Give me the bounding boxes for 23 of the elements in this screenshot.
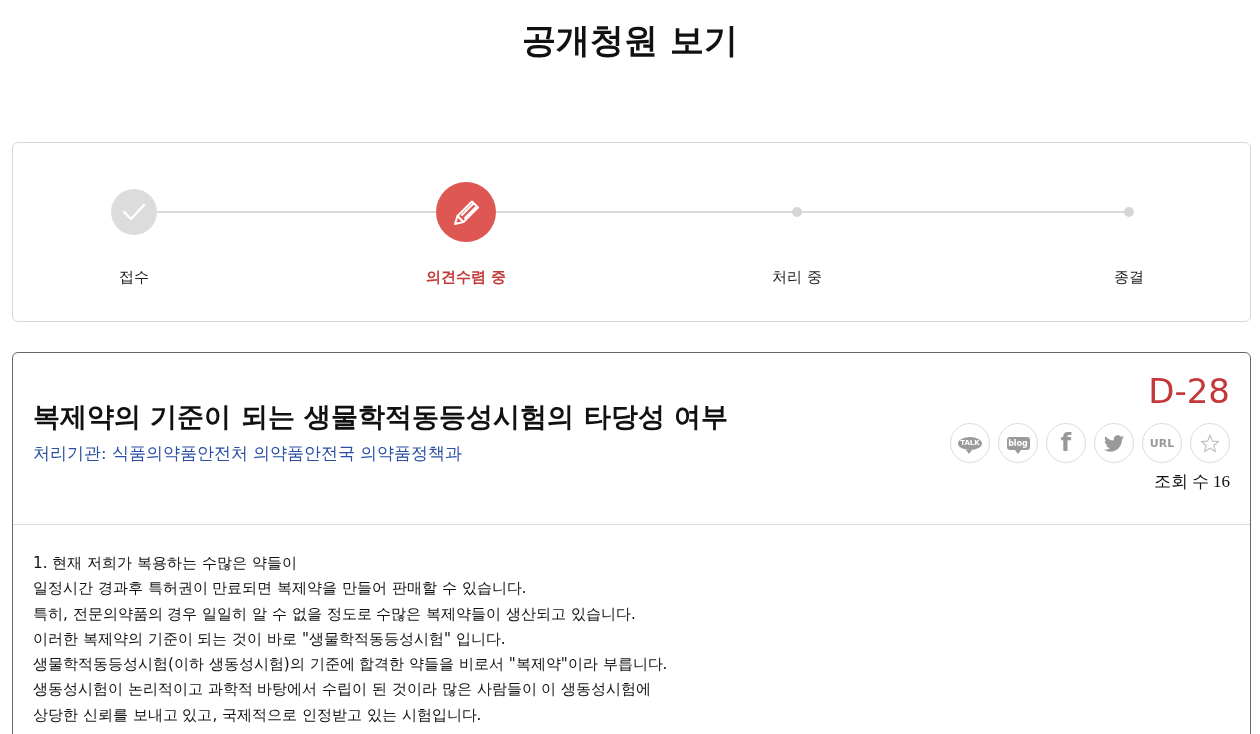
petition-title: 복제약의 기준이 되는 생물학적동등성시험의 타당성 여부 [33, 399, 728, 434]
petition-body-line: 생물학적동등성시험(이하 생동성시험)의 기준에 합격한 약들을 비로서 "복제약"이라 부릅니다. [33, 654, 669, 676]
view-count: 조회 수 16 [1153, 471, 1230, 493]
petition-body-line: 상당한 신뢰를 보내고 있고, 국제적으로 인정받고 있는 시험입니다. [33, 704, 483, 726]
blog-share-button[interactable]: blog [998, 423, 1038, 463]
twitter-share-button[interactable] [1094, 423, 1134, 463]
facebook-share-button[interactable]: f [1046, 423, 1086, 463]
deadline-text: D-28 [1148, 371, 1230, 411]
step-label: 의견수렴 중 [425, 267, 506, 287]
petition-body-line: 1. 현재 저희가 복용하는 수많은 약들이 [33, 553, 298, 574]
copy-url-button[interactable]: URL [1142, 423, 1182, 463]
star-icon [1200, 433, 1220, 453]
petition-body-line: 이러한 복제약의 기준이 되는 것이 바로 "생물학적동등성시험" 입니다. [33, 628, 507, 650]
step-label: 접수 [119, 267, 149, 287]
petition-body-line: 특히, 전문의약품의 경우 일일히 알 수 없을 정도로 수많은 복제약들이 생산되고 있습니다. [33, 603, 637, 625]
bird-icon [1104, 434, 1124, 452]
step-label: 처리 중 [772, 267, 823, 287]
petition-body-line: 일정시간 경과후 특허권이 만료되면 복제약을 만들어 판매할 수 있습니다. [33, 578, 528, 600]
agency-text: 처리기관: 식품의약품안전처 의약품안전국 의약품정책과 [33, 442, 464, 465]
step-label: 종결 [1113, 267, 1144, 287]
petition-body-line: 생동성시험이 논리적이고 과학적 바탕에서 수립이 된 것이라 많은 사람들이 이 생동성시험에 [33, 679, 653, 701]
page-title: 공개청원 보기 [521, 19, 739, 62]
bookmark-button[interactable] [1190, 423, 1230, 463]
